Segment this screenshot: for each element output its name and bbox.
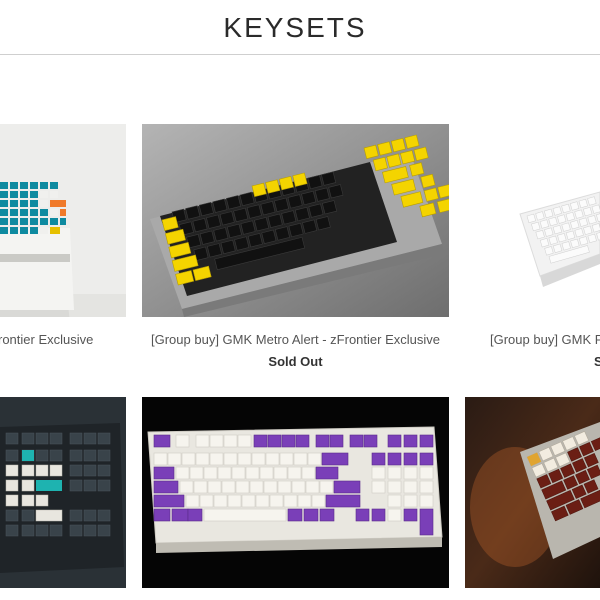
product-image-6[interactable] (465, 397, 600, 588)
product-title[interactable]: rontier Exclusive (0, 332, 93, 347)
product-image-4[interactable] (0, 397, 126, 588)
sold-out-badge: Sold Out (268, 354, 323, 369)
product-status: S (594, 354, 600, 369)
title-divider (0, 54, 600, 55)
product-title[interactable]: [Group buy] GMK Metro Alert - zFrontier … (142, 332, 449, 347)
product-image-2[interactable] (142, 124, 449, 317)
product-title[interactable]: [Group buy] GMK Pr (490, 332, 600, 347)
product-image-5[interactable] (142, 397, 449, 588)
product-image-3[interactable] (465, 124, 600, 317)
page-title: KEYSETS (223, 12, 367, 43)
product-image-1[interactable] (0, 124, 126, 317)
